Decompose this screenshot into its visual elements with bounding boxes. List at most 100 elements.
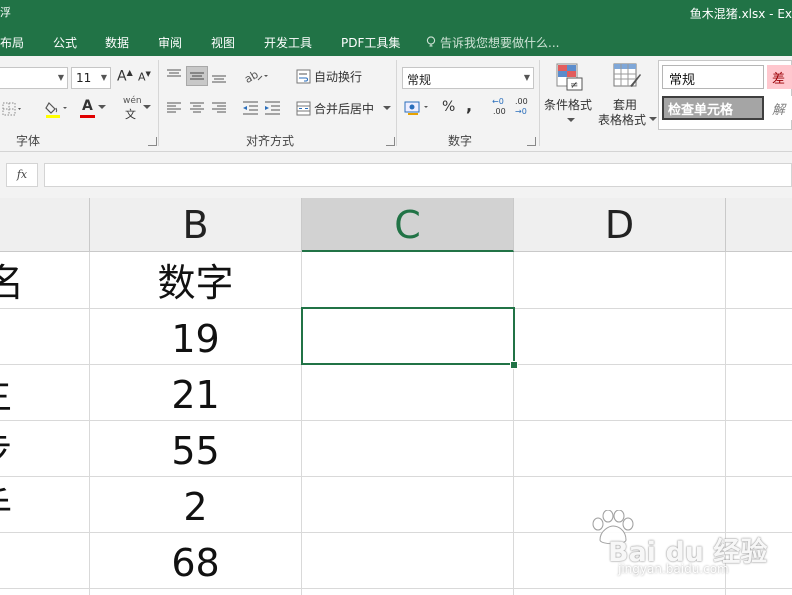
increase-decimal-bottom: .00 xyxy=(493,107,506,116)
percent-button[interactable]: % xyxy=(442,99,455,115)
increase-decimal-button[interactable]: ←0 .00 xyxy=(492,97,510,119)
format-as-table-button[interactable]: 套用 表格格式 xyxy=(597,62,657,132)
column-header-e[interactable] xyxy=(726,198,792,252)
fill-color-icon[interactable] xyxy=(44,99,70,119)
increase-indent-icon[interactable] xyxy=(264,100,282,116)
borders-icon[interactable] xyxy=(2,101,24,117)
ribbon: ▼ 11 ▼ A▲ A▼ A wén 文 字体 ab 自动换行 合并后居中 对齐… xyxy=(0,56,792,152)
column-header-d[interactable]: D xyxy=(514,198,726,252)
decrease-decimal-top: .00 xyxy=(515,97,528,106)
increase-font-button[interactable]: A▲ xyxy=(117,68,133,85)
cell-b4[interactable]: 55 xyxy=(90,423,301,479)
font-group-label: 字体 xyxy=(16,134,41,148)
column-header-a[interactable] xyxy=(0,198,90,252)
group-separator xyxy=(396,60,397,146)
tab-data[interactable]: 数据 xyxy=(105,34,129,51)
conditional-format-button[interactable]: ≠ 条件格式 xyxy=(544,62,596,132)
cell-a2-partial[interactable]: . xyxy=(0,311,89,367)
orientation-icon[interactable]: ab xyxy=(242,66,270,86)
font-color-glyph: A xyxy=(82,98,93,114)
format-as-table-icon xyxy=(613,63,641,87)
number-group-label: 数字 xyxy=(448,134,473,148)
column-header-c[interactable]: C xyxy=(302,198,514,252)
decrease-font-glyph: A xyxy=(138,70,146,84)
cell-a6-partial[interactable]: . xyxy=(0,535,89,591)
style-bad-label: 差 xyxy=(772,72,786,87)
comma-button[interactable]: , xyxy=(466,96,472,115)
phonetic-button[interactable]: 文 xyxy=(125,106,136,122)
tab-page-layout[interactable]: 布局 xyxy=(0,34,24,51)
svg-text:≠: ≠ xyxy=(570,80,578,91)
font-color-button[interactable]: A xyxy=(82,98,93,114)
align-top-icon[interactable] xyxy=(166,68,184,84)
align-right-icon[interactable] xyxy=(211,100,229,116)
decrease-font-button[interactable]: A▼ xyxy=(138,70,151,84)
align-middle-icon xyxy=(190,72,204,80)
tell-me-search[interactable]: 告诉我您想要做什么... xyxy=(426,34,559,51)
decrease-decimal-button[interactable]: .00 →0 xyxy=(515,97,533,119)
group-separator xyxy=(158,60,159,146)
alignment-group-label: 对齐方式 xyxy=(246,134,295,148)
align-bottom-icon[interactable] xyxy=(211,68,229,84)
tell-me-placeholder: 告诉我您想要做什么... xyxy=(440,36,560,50)
insert-function-button[interactable]: fx xyxy=(6,163,38,187)
alignment-dialog-launcher[interactable] xyxy=(386,137,395,146)
window-title: 鱼木混猪.xlsx - Ex xyxy=(689,7,792,21)
svg-text:ab: ab xyxy=(242,68,260,86)
chevron-down-icon[interactable] xyxy=(98,105,106,110)
chevron-down-icon: ▼ xyxy=(523,73,530,82)
style-explanatory[interactable]: 解 xyxy=(767,96,792,120)
align-middle-button[interactable] xyxy=(186,66,208,86)
font-size-combo[interactable]: 11 ▼ xyxy=(71,67,111,89)
fill-handle[interactable] xyxy=(510,361,518,369)
number-dialog-launcher[interactable] xyxy=(527,137,536,146)
group-separator xyxy=(539,60,540,146)
active-cell-c2[interactable] xyxy=(301,307,515,365)
quick-access-tail[interactable]: 浮 xyxy=(0,4,11,20)
cell-b2[interactable]: 19 xyxy=(90,311,301,367)
formula-input[interactable] xyxy=(44,163,792,187)
align-center-icon[interactable] xyxy=(189,100,207,116)
cell-b6[interactable]: 68 xyxy=(90,535,301,591)
style-normal[interactable]: 常规 xyxy=(662,65,764,89)
font-size-value: 11 xyxy=(76,71,92,85)
number-format-value: 常规 xyxy=(407,73,432,87)
gridline xyxy=(513,252,514,595)
cell-a3-partial[interactable]: 主 xyxy=(0,367,89,423)
chevron-down-icon[interactable] xyxy=(143,105,151,110)
merge-center-label: 合并后居中 xyxy=(314,102,375,116)
column-header-b[interactable]: B xyxy=(90,198,302,252)
style-normal-label: 常规 xyxy=(669,73,696,88)
style-check-cell-label: 检查单元格 xyxy=(668,103,734,118)
tab-pdf-tools[interactable]: PDF工具集 xyxy=(341,34,400,51)
tab-formulas[interactable]: 公式 xyxy=(53,34,77,51)
cell-b3[interactable]: 21 xyxy=(90,367,301,423)
conditional-format-label: 条件格式 xyxy=(544,98,593,112)
font-name-combo[interactable]: ▼ xyxy=(0,67,68,89)
font-dialog-launcher[interactable] xyxy=(148,137,157,146)
phonetic-top: wén xyxy=(123,96,142,106)
cell-a4-partial[interactable]: 步 xyxy=(0,423,89,479)
decrease-indent-icon[interactable] xyxy=(242,100,260,116)
font-color-swatch xyxy=(80,115,95,118)
watermark-url: jingyan.baidu.com xyxy=(618,562,729,576)
wrap-text-label: 自动换行 xyxy=(314,70,363,84)
conditional-format-icon: ≠ xyxy=(556,63,583,91)
style-bad[interactable]: 差 xyxy=(767,65,792,89)
chevron-down-icon: ▼ xyxy=(57,73,64,82)
caret-down-icon: ▼ xyxy=(145,70,151,78)
tab-view[interactable]: 视图 xyxy=(211,34,235,51)
align-left-icon[interactable] xyxy=(166,100,184,116)
title-bar: 浮 鱼木混猪.xlsx - Ex xyxy=(0,0,792,27)
tab-review[interactable]: 审阅 xyxy=(158,34,182,51)
cell-a5-partial[interactable]: 手 xyxy=(0,479,89,535)
tab-developer[interactable]: 开发工具 xyxy=(264,34,312,51)
chevron-down-icon xyxy=(567,118,575,122)
number-format-combo[interactable]: 常规 ▼ xyxy=(402,67,534,89)
style-check-cell[interactable]: 检查单元格 xyxy=(662,96,764,120)
cell-a1-partial[interactable]: 名 xyxy=(0,255,89,311)
accounting-format-icon[interactable] xyxy=(404,99,434,117)
cell-b5[interactable]: 2 xyxy=(90,479,301,535)
cell-b1[interactable]: 数字 xyxy=(90,255,301,311)
style-explanatory-label: 解 xyxy=(772,103,786,118)
